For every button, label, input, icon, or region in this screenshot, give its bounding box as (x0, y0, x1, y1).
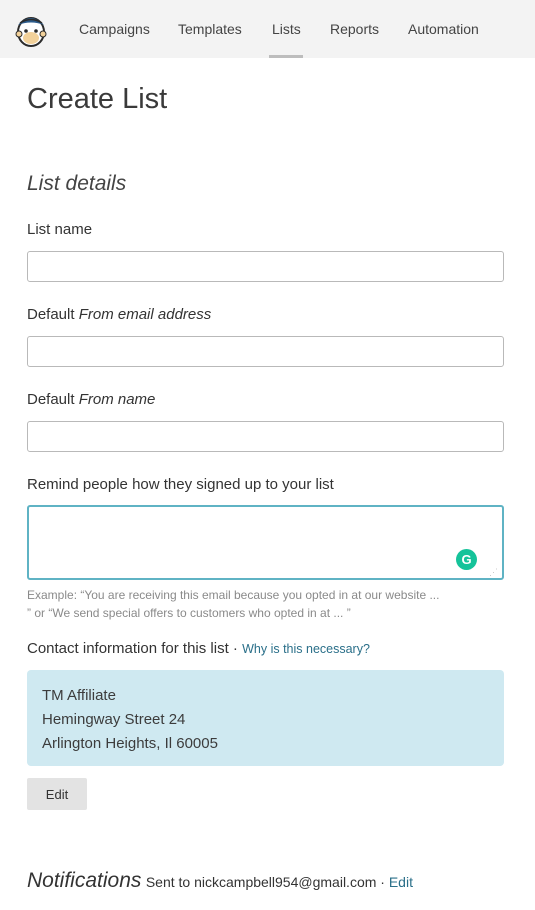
notifications-edit-link[interactable]: Edit (389, 874, 413, 890)
from-name-label-emphasis: From name (78, 391, 156, 408)
notifications-text: Sent to nickcampbell954@gmail.com (145, 874, 377, 890)
contact-info-label-row: Contact information for this list · Why … (27, 640, 370, 657)
contact-street: Hemingway Street 24 (42, 711, 186, 728)
resize-grip-icon[interactable]: ⋰ (489, 567, 499, 577)
from-email-input[interactable] (27, 336, 504, 367)
section-title-list-details: List details (27, 172, 127, 195)
nav-item-campaigns[interactable]: Campaigns (79, 21, 150, 37)
reminder-textarea[interactable] (27, 505, 504, 580)
from-name-label: Default From name (27, 391, 155, 408)
contact-city: Arlington Heights, Il 60005 (42, 735, 218, 752)
from-name-label-prefix: Default (27, 391, 75, 408)
notifications-separator: · (376, 874, 389, 890)
notifications-row: Notifications Sent to nickcampbell954@gm… (27, 869, 413, 893)
mailchimp-logo[interactable] (12, 11, 50, 49)
grammarly-icon[interactable]: G (456, 549, 477, 570)
contact-separator: · (228, 640, 243, 657)
notifications-title: Notifications (27, 869, 142, 892)
edit-contact-button[interactable]: Edit (27, 778, 87, 810)
contact-company: TM Affiliate (42, 687, 116, 704)
from-email-label-emphasis: From email address (78, 306, 212, 323)
contact-info-label: Contact information for this list (27, 640, 229, 657)
reminder-help-line-2: ” or “We send special offers to customer… (27, 606, 351, 620)
reminder-help-text: Example: “You are receiving this email b… (27, 586, 507, 622)
nav-item-templates[interactable]: Templates (178, 21, 242, 37)
page-title: Create List (27, 83, 168, 115)
contact-info-box: TM Affiliate Hemingway Street 24 Arlingt… (27, 670, 504, 766)
reminder-label: Remind people how they signed up to your… (27, 476, 334, 493)
list-name-input[interactable] (27, 251, 504, 282)
from-email-label-prefix: Default (27, 306, 75, 323)
nav-item-automation[interactable]: Automation (408, 21, 479, 37)
nav-item-lists[interactable]: Lists (272, 21, 301, 37)
from-name-input[interactable] (27, 421, 504, 452)
reminder-help-line-1: Example: “You are receiving this email b… (27, 588, 440, 602)
nav-item-reports[interactable]: Reports (330, 21, 379, 37)
from-email-label: Default From email address (27, 306, 211, 323)
list-name-label: List name (27, 221, 93, 238)
active-tab-indicator (269, 55, 303, 58)
why-necessary-link[interactable]: Why is this necessary? (242, 642, 370, 656)
top-navigation: Campaigns Templates Lists Reports Automa… (0, 0, 535, 58)
